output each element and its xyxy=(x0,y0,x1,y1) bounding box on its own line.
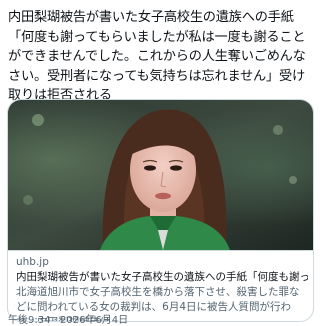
link-card[interactable]: uhb.jp 内田梨瑚被告が書いた女子高校生の遺族への手紙「何度も謝ってもら..… xyxy=(7,99,314,322)
link-card-title[interactable]: 内田梨瑚被告が書いた女子高校生の遺族への手紙「何度も謝ってもら... xyxy=(16,270,308,285)
portrait-photo xyxy=(8,100,313,250)
post-text: 内田梨瑚被告が書いた女子高校生の遺族への手紙「何度も謝ってもらいましたが私は一度… xyxy=(8,10,306,103)
link-card-domain: uhb.jp xyxy=(16,256,49,268)
post-timestamp[interactable]: 午後9:34 · 2026年6月4日 xyxy=(8,311,128,326)
link-card-image[interactable] xyxy=(8,100,313,251)
